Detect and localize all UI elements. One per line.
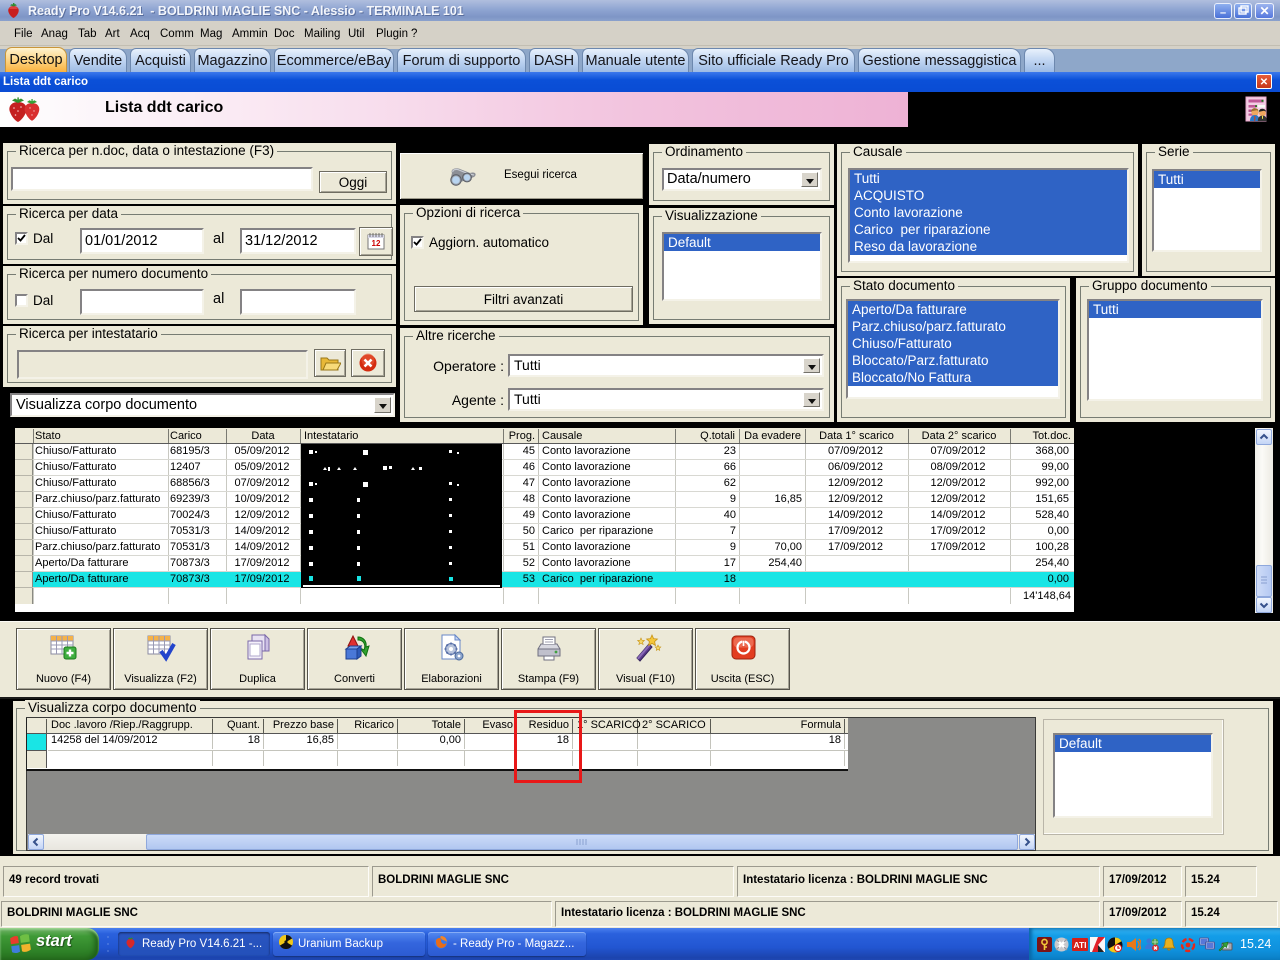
- svg-text:ATI: ATI: [1073, 940, 1086, 950]
- svg-text:12: 12: [372, 239, 381, 248]
